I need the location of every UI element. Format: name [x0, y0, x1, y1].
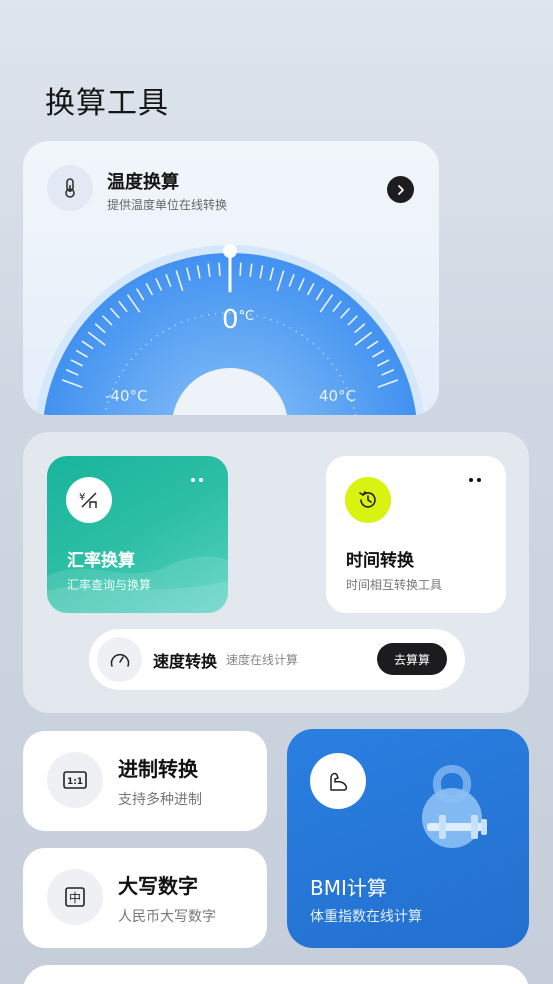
- svg-text:中: 中: [69, 890, 81, 905]
- svg-text:¥: ¥: [79, 492, 85, 503]
- history-icon: [345, 477, 391, 523]
- time-convert-card[interactable]: 时间转换 时间相互转换工具: [326, 456, 506, 613]
- temperature-card[interactable]: 温度换算 提供温度单位在线转换 0°C -40°C 40°C: [23, 141, 439, 415]
- time-convert-subtitle: 时间相互转换工具: [346, 578, 443, 592]
- capital-numbers-card[interactable]: 中 大写数字 人民币大写数字: [23, 848, 267, 948]
- bmi-card[interactable]: BMI计算 体重指数在线计算: [287, 729, 529, 948]
- page-title: 换算工具: [45, 86, 169, 121]
- svg-text:1:1: 1:1: [67, 777, 83, 787]
- bmi-subtitle: 体重指数在线计算: [310, 909, 422, 925]
- exchange-rate-subtitle: 汇率查询与换算: [67, 578, 152, 592]
- time-convert-title: 时间转换: [346, 551, 414, 571]
- bmi-title: BMI计算: [310, 876, 387, 900]
- temperature-value: 0°C: [222, 305, 255, 335]
- chinese-character-icon: 中: [47, 869, 103, 925]
- more-icon[interactable]: [469, 478, 481, 482]
- go-calculate-button[interactable]: 去算算: [377, 643, 447, 675]
- gauge-tick: [218, 262, 221, 277]
- ratio-icon: 1:1: [47, 752, 103, 808]
- gauge-max-label: 40°C: [319, 387, 357, 405]
- base-convert-title: 进制转换: [118, 757, 198, 781]
- exchange-rate-title: 汇率换算: [67, 551, 135, 571]
- more-icon[interactable]: [191, 478, 203, 482]
- more-tools-card[interactable]: [23, 965, 529, 984]
- speedometer-icon: [97, 637, 142, 682]
- temperature-subtitle: 提供温度单位在线转换: [107, 198, 228, 212]
- temperature-title: 温度换算: [107, 172, 179, 193]
- base-convert-card[interactable]: 1:1 进制转换 支持多种进制: [23, 731, 267, 831]
- base-convert-subtitle: 支持多种进制: [118, 792, 202, 808]
- speed-title: 速度转换: [153, 652, 218, 671]
- gauge-min-label: -40°C: [105, 387, 148, 405]
- converter-panel: ¥ 汇率换算 汇率查询与换算 时间转换 时间相互转换工具 速度转换 速度在线计算…: [23, 432, 529, 713]
- flexed-arm-icon: [310, 753, 366, 809]
- chevron-right-icon[interactable]: [387, 176, 414, 203]
- exchange-rate-card[interactable]: ¥ 汇率换算 汇率查询与换算: [47, 456, 228, 613]
- gauge-tick: [239, 262, 242, 277]
- kettlebell-icon: [422, 765, 487, 848]
- currency-icon: ¥: [66, 477, 112, 523]
- speed-convert-bar[interactable]: 速度转换 速度在线计算 去算算: [89, 629, 465, 690]
- thermometer-icon: [47, 165, 93, 211]
- speed-subtitle: 速度在线计算: [226, 653, 299, 667]
- capital-numbers-title: 大写数字: [118, 874, 198, 898]
- capital-numbers-subtitle: 人民币大写数字: [118, 909, 216, 925]
